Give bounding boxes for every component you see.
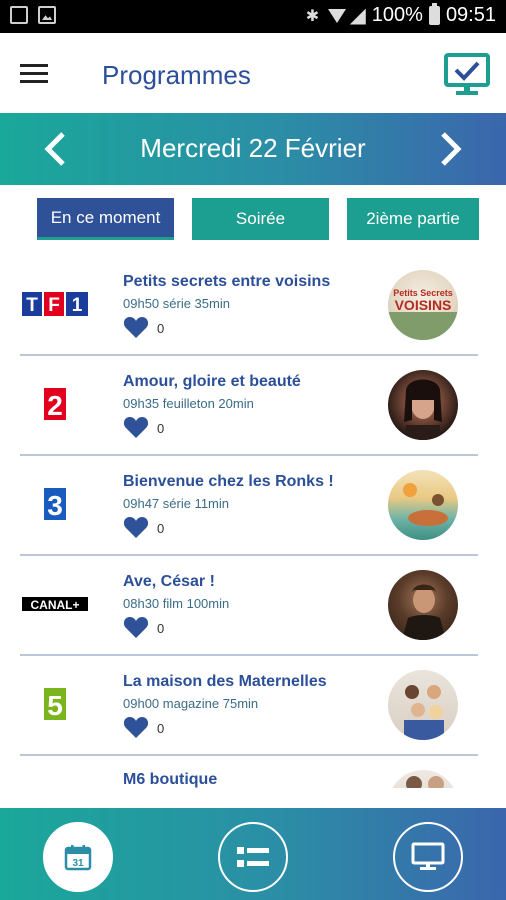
heart-icon <box>123 617 149 638</box>
program-title: La maison des Maternelles <box>123 673 327 690</box>
page-title: Programmes <box>102 60 251 90</box>
program-thumbnail[interactable] <box>388 370 458 440</box>
like-count: 0 <box>157 320 165 336</box>
program-row[interactable]: CANAL+ Ave, César ! 08h30 film 100min 0 <box>0 556 506 656</box>
program-row[interactable]: 2 Amour, gloire et beauté 09h35 feuillet… <box>0 356 506 456</box>
like-count: 0 <box>157 620 165 636</box>
like-button[interactable]: 0 <box>123 316 164 340</box>
next-day-icon[interactable] <box>432 131 468 167</box>
canal-plus-logo: CANAL+ <box>20 584 90 624</box>
svg-text:CANAL+: CANAL+ <box>30 598 79 612</box>
heart-icon <box>123 417 149 438</box>
tab-deuxieme-partie[interactable]: 2ième partie <box>347 198 479 240</box>
program-row[interactable]: M6 boutique <box>0 756 506 788</box>
image-notification-icon <box>38 6 56 24</box>
list-icon <box>237 847 269 867</box>
svg-text:31: 31 <box>72 858 84 869</box>
bottom-navigation: 31 <box>0 808 506 900</box>
signal-icon <box>350 7 366 25</box>
svg-text:2: 2 <box>47 390 63 421</box>
date-navigator: Mercredi 22 Février <box>0 113 506 185</box>
battery-percent: 100% <box>371 4 423 26</box>
tab-soiree[interactable]: Soirée <box>192 198 329 240</box>
status-bar: 100% 09:51 <box>0 0 506 33</box>
program-title: Amour, gloire et beauté <box>123 373 301 390</box>
clock: 09:51 <box>445 4 496 26</box>
program-row[interactable]: T F 1 Petits secrets entre voisins 09h50… <box>0 256 506 356</box>
program-title: M6 boutique <box>123 771 218 788</box>
program-title: Petits secrets entre voisins <box>123 273 331 290</box>
program-list: T F 1 Petits secrets entre voisins 09h50… <box>0 256 506 788</box>
calendar-button[interactable]: 31 <box>43 822 113 892</box>
like-button[interactable]: 0 <box>123 716 164 740</box>
app-header: Programmes <box>0 33 506 113</box>
like-button[interactable]: 0 <box>123 416 164 440</box>
program-thumbnail[interactable] <box>388 570 458 640</box>
bluetooth-icon <box>306 6 322 26</box>
program-thumbnail[interactable]: Petits Secrets VOISINS <box>388 270 458 340</box>
battery-icon <box>428 3 440 25</box>
current-date: Mercredi 22 Février <box>140 133 366 163</box>
program-thumbnail[interactable] <box>388 670 458 740</box>
like-button[interactable]: 0 <box>123 616 164 640</box>
program-meta: 08h30 film 100min <box>123 596 230 611</box>
app-notification-icon <box>10 6 28 24</box>
like-count: 0 <box>157 520 165 536</box>
france3-logo: 3 <box>20 484 90 524</box>
svg-text:5: 5 <box>47 690 63 721</box>
tv-button[interactable] <box>393 822 463 892</box>
program-meta: 09h50 série 35min <box>123 296 230 311</box>
tab-en-ce-moment[interactable]: En ce moment <box>37 198 174 240</box>
program-thumbnail[interactable] <box>388 470 458 540</box>
france5-logo: 5 <box>20 684 90 724</box>
heart-icon <box>123 717 149 738</box>
program-title: Bienvenue chez les Ronks ! <box>123 473 334 490</box>
france2-logo: 2 <box>20 384 90 424</box>
m6-logo <box>20 780 90 788</box>
heart-icon <box>123 517 149 538</box>
like-count: 0 <box>157 420 165 436</box>
monitor-icon <box>411 842 445 870</box>
program-meta: 09h00 magazine 75min <box>123 696 259 711</box>
svg-text:VOISINS: VOISINS <box>395 297 452 313</box>
list-button[interactable] <box>218 822 288 892</box>
program-meta: 09h35 feuilleton 20min <box>123 396 254 411</box>
svg-text:T: T <box>26 295 38 316</box>
like-count: 0 <box>157 720 165 736</box>
wifi-icon <box>327 7 346 25</box>
svg-text:F: F <box>48 295 60 316</box>
program-row[interactable]: 3 Bienvenue chez les Ronks ! 09h47 série… <box>0 456 506 556</box>
program-meta: 09h47 série 11min <box>123 496 229 511</box>
svg-text:1: 1 <box>72 295 83 316</box>
program-thumbnail[interactable] <box>388 770 458 788</box>
svg-text:3: 3 <box>47 490 63 521</box>
program-title: Ave, César ! <box>123 573 215 590</box>
tv-check-icon[interactable] <box>444 53 490 97</box>
time-tabs: En ce moment Soirée 2ième partie <box>0 198 506 240</box>
menu-icon[interactable] <box>20 64 48 84</box>
like-button[interactable]: 0 <box>123 516 164 540</box>
tf1-logo: T F 1 <box>20 284 90 324</box>
heart-icon <box>123 317 149 338</box>
calendar-icon: 31 <box>64 845 92 871</box>
program-row[interactable]: 5 La maison des Maternelles 09h00 magazi… <box>0 656 506 756</box>
